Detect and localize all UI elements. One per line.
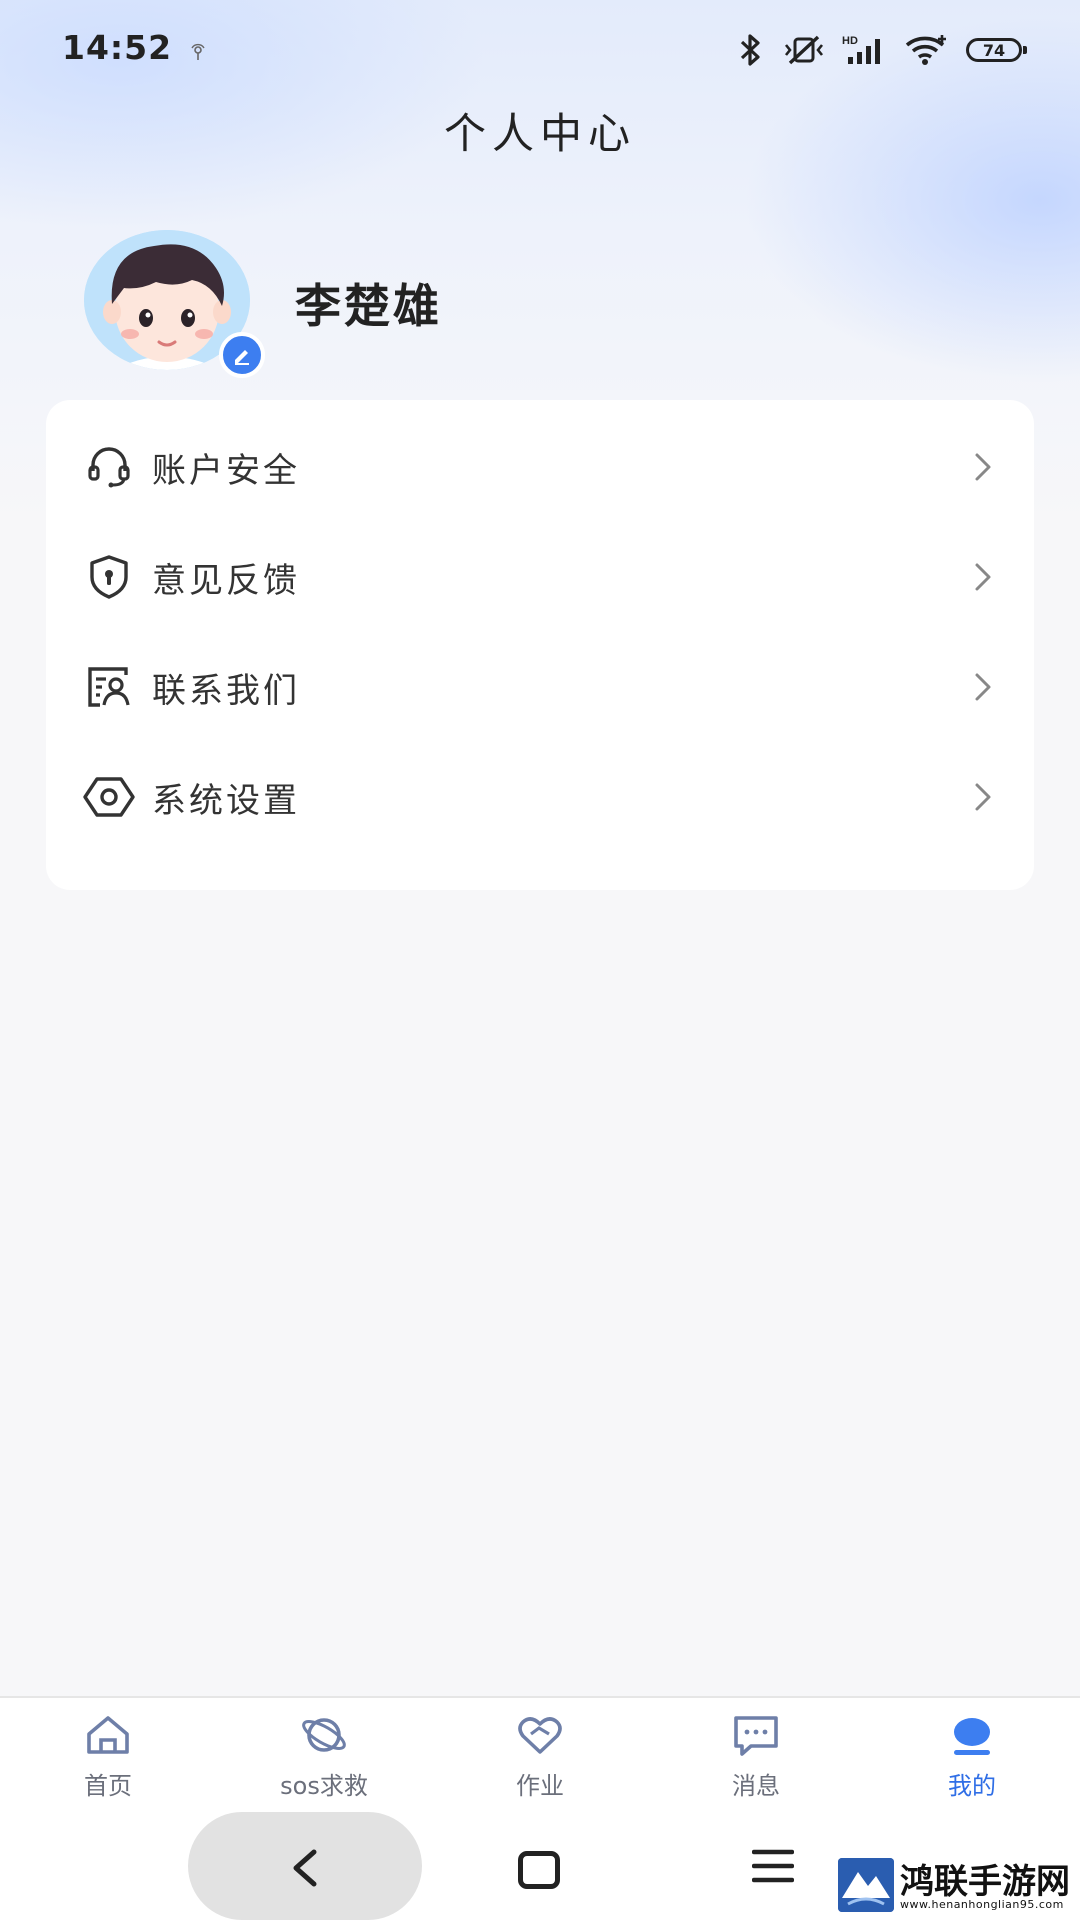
contact-card-icon [82,660,136,714]
pencil-icon [235,350,249,365]
menu-item-label: 意见反馈 [152,560,300,601]
bluetooth-icon [740,34,760,66]
edit-avatar-button[interactable] [219,332,265,378]
watermark: 鸿联手游网 www.henanhonglian95.com [838,1852,1074,1916]
menu-item-label: 联系我们 [152,670,300,711]
heart-link-icon [518,1717,562,1754]
vibrate-mute-icon [784,35,824,65]
battery-level: 74 [982,40,1006,60]
menu-item-label: 系统设置 [152,780,300,821]
tab-label: sos求救 [280,1772,368,1800]
menu-item-contact-us[interactable]: 联系我们 [46,632,1034,742]
nav-recents-button[interactable] [752,1848,794,1884]
menu-card: 账户安全 意见反馈 联系我们 系统设置 [46,400,1034,890]
menu-item-label: 账户安全 [152,450,300,491]
tab-label: 我的 [948,1772,996,1800]
battery-indicator: 74 [966,38,1027,62]
chevron-right-icon [975,673,991,701]
status-bar: 14:52 HD 74 [0,0,1080,100]
tab-label: 首页 [84,1772,132,1800]
chat-bubble-icon [734,1716,778,1756]
avatar[interactable] [84,230,265,378]
watermark-url: www.henanhonglian95.com [900,1898,1064,1911]
tab-sos[interactable]: sos求救 [216,1698,432,1808]
tab-work[interactable]: 作业 [432,1698,648,1808]
tab-label: 消息 [732,1772,780,1800]
menu-item-system-settings[interactable]: 系统设置 [46,742,1034,852]
back-arrow-icon [293,1849,317,1887]
profile-icon [954,1718,990,1755]
signal-icon: HD [842,35,880,64]
chevron-right-icon [975,453,991,481]
chevron-right-icon [975,783,991,811]
wifi-icon [905,35,946,65]
tab-messages[interactable]: 消息 [648,1698,864,1808]
watermark-logo [838,1858,894,1912]
tab-bar: 首页 sos求救 作业 消息 我的 [0,1696,1080,1808]
hexagon-settings-icon [82,770,136,824]
system-nav-bar: 鸿联手游网 www.henanhonglian95.com [0,1806,1080,1920]
home-icon [87,1716,129,1754]
status-time: 14:52 [62,28,173,67]
shield-icon [82,550,136,604]
tab-label: 作业 [516,1772,564,1800]
svg-text:HD: HD [842,35,858,47]
watermark-title: 鸿联手游网 [900,1862,1070,1902]
headset-icon [82,440,136,494]
hotspot-icon [191,43,205,60]
tab-profile[interactable]: 我的 [864,1698,1080,1808]
nav-home-button[interactable] [518,1851,560,1889]
sos-planet-icon [302,1718,346,1752]
chevron-right-icon [975,563,991,591]
status-icons: HD 74 [736,28,1027,72]
tab-home[interactable]: 首页 [0,1698,216,1808]
page-title: 个人中心 [443,109,636,158]
menu-item-feedback[interactable]: 意见反馈 [46,522,1034,632]
nav-back-button[interactable] [188,1812,422,1920]
user-name: 李楚雄 [295,279,442,333]
menu-item-account-security[interactable]: 账户安全 [46,412,1034,522]
